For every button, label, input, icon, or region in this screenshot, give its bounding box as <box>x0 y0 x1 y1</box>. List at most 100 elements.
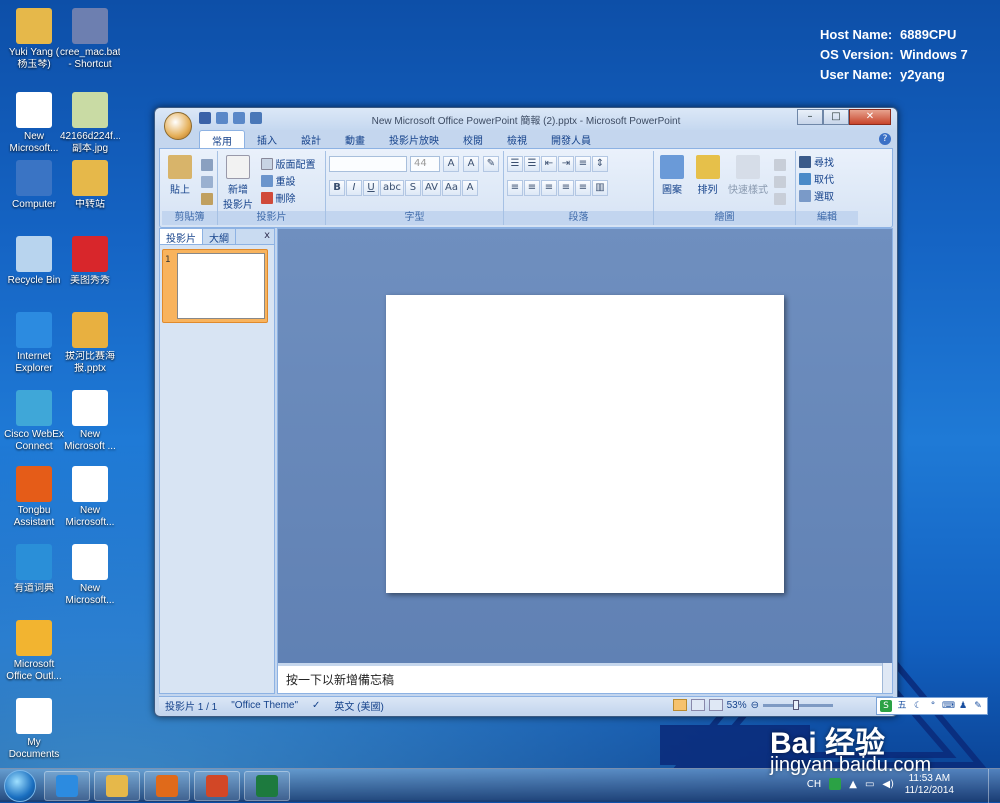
align-center-button[interactable]: ≡ <box>524 180 540 196</box>
layout-button[interactable]: 版面配置 <box>260 155 316 172</box>
paste-button[interactable]: 貼上 <box>165 153 195 196</box>
font-color-button[interactable]: A <box>462 180 478 196</box>
view-normal-icon[interactable] <box>672 699 687 711</box>
bullets-button[interactable]: ☰ <box>507 156 523 172</box>
italic-button[interactable]: I <box>346 180 362 196</box>
desktop-icon-folder-icon[interactable]: 中转站 <box>60 160 120 211</box>
align-right-button[interactable]: ≡ <box>541 180 557 196</box>
tab-outline[interactable]: 大綱 <box>203 229 236 245</box>
desktop-icon-powerpoint-file-icon[interactable]: New Microsoft... <box>60 544 120 607</box>
decrease-indent-button[interactable]: ⇤ <box>541 156 557 172</box>
wrench-icon[interactable]: ✎ <box>972 700 984 712</box>
font-name-box[interactable] <box>329 156 407 172</box>
taskbar-button[interactable] <box>194 770 240 801</box>
change-case-button[interactable]: Aa <box>442 180 461 196</box>
shapes-button[interactable]: 圖案 <box>657 153 687 196</box>
desktop-icon-tongbu-icon[interactable]: Tongbu Assistant <box>4 466 64 529</box>
select-button[interactable]: 選取 <box>799 187 855 204</box>
tab-slides[interactable]: 投影片 <box>160 229 203 245</box>
punctuation-icon[interactable]: ° <box>927 700 939 712</box>
view-slideshow-icon[interactable] <box>708 699 723 711</box>
minimize-button[interactable]: – <box>797 109 823 125</box>
zoom-level[interactable]: 53% <box>727 700 747 711</box>
bold-button[interactable]: B <box>329 180 345 196</box>
desktop-icon-webex-icon[interactable]: Cisco WebEx Connect <box>4 390 64 453</box>
tab-developer[interactable]: 開發人員 <box>539 130 603 148</box>
language-bar[interactable]: CH <box>807 779 822 790</box>
language-indicator[interactable]: 英文 (美國) <box>334 698 383 713</box>
title-bar[interactable]: New Microsoft Office PowerPoint 簡報 (2).p… <box>155 108 897 140</box>
replace-button[interactable]: 取代 <box>799 170 855 187</box>
tab-insert[interactable]: 插入 <box>245 130 289 148</box>
taskbar-button[interactable] <box>244 770 290 801</box>
char-spacing-button[interactable]: AV <box>421 180 442 196</box>
network-icon[interactable]: ▭ <box>865 779 874 790</box>
align-left-button[interactable]: ≡ <box>507 180 523 196</box>
moon-icon[interactable]: ☾ <box>912 700 924 712</box>
numbering-button[interactable]: ☰ <box>524 156 540 172</box>
strikethrough-button[interactable]: abc <box>380 180 404 196</box>
cut-icon[interactable] <box>200 158 213 171</box>
zoom-out-icon[interactable]: ⊖ <box>751 700 759 711</box>
desktop-icon-powerpoint-file-icon[interactable]: 拔河比赛海 报.pptx <box>60 312 120 375</box>
format-painter-icon[interactable] <box>200 192 213 205</box>
zoom-slider[interactable] <box>763 699 833 710</box>
shape-effects-icon[interactable] <box>773 192 786 205</box>
ime-toolbar[interactable]: S 五 ☾ ° ⌨ ♟ ✎ <box>876 697 988 715</box>
view-sorter-icon[interactable] <box>690 699 705 711</box>
slide-thumbnail-selected[interactable]: 1 <box>162 249 268 323</box>
desktop-icon-internet-explorer-icon[interactable]: Internet Explorer <box>4 312 64 375</box>
slide-canvas[interactable] <box>386 295 784 593</box>
tab-review[interactable]: 校閱 <box>451 130 495 148</box>
tab-slideshow[interactable]: 投影片放映 <box>377 130 451 148</box>
show-hidden-icons[interactable]: ▲ <box>849 779 857 790</box>
keyboard-icon[interactable]: ⌨ <box>942 700 955 712</box>
desktop-icon-powerpoint-file-icon[interactable]: New Microsoft... <box>4 92 64 155</box>
tab-animations[interactable]: 動畫 <box>333 130 377 148</box>
start-button[interactable] <box>4 769 36 802</box>
notes-scrollbar[interactable] <box>882 663 892 693</box>
user-icon[interactable]: ♟ <box>957 700 969 712</box>
taskbar-button[interactable] <box>144 770 190 801</box>
copy-icon[interactable] <box>200 175 213 188</box>
shadow-button[interactable]: S <box>404 180 421 196</box>
taskbar-button[interactable] <box>94 770 140 801</box>
close-panel-icon[interactable]: x <box>264 230 270 241</box>
desktop-icon-outlook-icon[interactable]: Microsoft Office Outl... <box>4 620 64 683</box>
desktop-icon-meitu-app-icon[interactable]: 美图秀秀 <box>60 236 120 287</box>
increase-indent-button[interactable]: ⇥ <box>558 156 574 172</box>
maximize-button[interactable]: □ <box>823 109 849 125</box>
underline-button[interactable]: U <box>363 180 379 196</box>
font-size-box[interactable]: 44 <box>410 156 440 172</box>
desktop-icon-computer-icon[interactable]: Computer <box>4 160 64 211</box>
close-button[interactable]: ✕ <box>849 109 891 125</box>
justify-button[interactable]: ≡ <box>558 180 574 196</box>
distributed-button[interactable]: ≡ <box>575 180 591 196</box>
line-spacing-button[interactable]: ≡ <box>575 156 591 172</box>
shape-outline-icon[interactable] <box>773 175 786 188</box>
zoom-slider-thumb[interactable] <box>793 699 799 710</box>
reset-button[interactable]: 重設 <box>260 172 316 189</box>
grow-font-button[interactable]: A <box>443 156 459 172</box>
tab-view[interactable]: 檢視 <box>495 130 539 148</box>
tab-design[interactable]: 設計 <box>289 130 333 148</box>
text-direction-button[interactable]: ⇕ <box>592 156 608 172</box>
quick-styles-button[interactable]: 快速樣式 <box>728 153 768 196</box>
office-button[interactable] <box>164 112 192 140</box>
desktop-icon-recycle-bin-icon[interactable]: Recycle Bin <box>4 236 64 287</box>
desktop-icon-image-file-icon[interactable]: 42166d224f... 副本.jpg <box>60 92 120 155</box>
ime-mode-label[interactable]: 五 <box>895 700 909 712</box>
help-icon[interactable]: ? <box>879 133 891 145</box>
shrink-font-button[interactable]: A <box>463 156 479 172</box>
desktop-icon-documents-icon[interactable]: My Documents <box>4 698 64 761</box>
shape-fill-icon[interactable] <box>773 158 786 171</box>
show-desktop-button[interactable] <box>988 769 1000 803</box>
spellcheck-icon[interactable]: ✓ <box>312 700 320 711</box>
slide-thumbnail[interactable] <box>177 253 265 319</box>
sogou-icon[interactable]: S <box>880 700 892 712</box>
clear-format-button[interactable]: ✎ <box>483 156 499 172</box>
find-button[interactable]: 尋找 <box>799 153 855 170</box>
notes-pane[interactable]: 按一下以新增備忘稿 <box>278 663 882 693</box>
new-slide-button[interactable]: 新增 投影片 <box>221 153 255 211</box>
sogou-tray-icon[interactable] <box>829 778 842 790</box>
